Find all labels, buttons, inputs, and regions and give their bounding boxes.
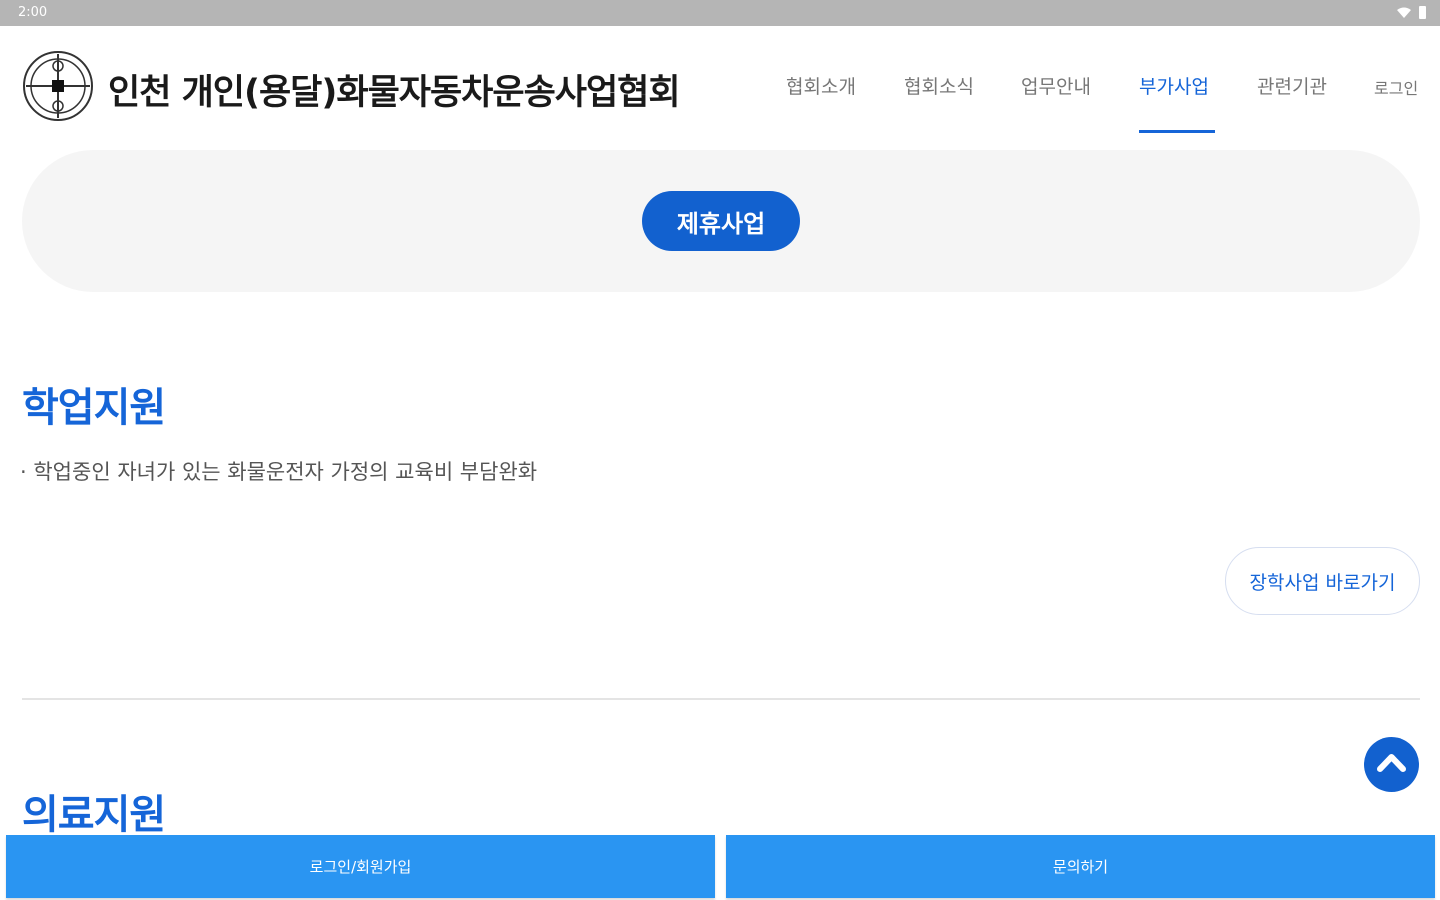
inquiry-button[interactable]: 문의하기 [726, 835, 1435, 898]
section-title-medical: 의료지원 [22, 792, 166, 838]
nav-item-login[interactable]: 로그인 [1374, 75, 1418, 99]
nav-item-news[interactable]: 협회소식 [904, 72, 974, 99]
active-nav-indicator [1139, 130, 1215, 133]
chevron-up-icon [1377, 754, 1406, 772]
scholarship-link-button[interactable]: 장학사업 바로가기 [1225, 547, 1420, 615]
status-bar: 2:00 [0, 0, 1440, 26]
bottom-action-bar: 로그인/회원가입 문의하기 [0, 835, 1440, 900]
site-header: 인천 개인(용달)화물자동차운송사업협회 협회소개 협회소식 업무안내 부가사업… [0, 26, 1440, 148]
nav-item-extra-business[interactable]: 부가사업 [1139, 72, 1209, 99]
nav-item-services[interactable]: 업무안내 [1021, 72, 1091, 99]
status-time: 2:00 [18, 5, 48, 20]
main-nav: 협회소개 협회소식 업무안내 부가사업 관련기관 로그인 [0, 72, 1440, 112]
status-icons [1397, 6, 1426, 19]
wifi-icon [1397, 7, 1411, 18]
scroll-to-top-button[interactable] [1364, 737, 1419, 792]
section-title-education: 학업지원 [22, 385, 166, 431]
nav-item-related-orgs[interactable]: 관련기관 [1257, 72, 1327, 99]
battery-icon [1419, 6, 1426, 19]
section-divider [22, 698, 1420, 700]
nav-item-about[interactable]: 협회소개 [786, 72, 856, 99]
education-description: · 학업중인 자녀가 있는 화물운전자 가정의 교육비 부담완화 [20, 460, 538, 484]
education-description-text: 학업중인 자녀가 있는 화물운전자 가정의 교육비 부담완화 [33, 460, 538, 484]
partnership-button[interactable]: 제휴사업 [642, 191, 800, 251]
hero-banner: 제휴사업 [22, 150, 1420, 292]
login-signup-button[interactable]: 로그인/회원가입 [6, 835, 715, 898]
